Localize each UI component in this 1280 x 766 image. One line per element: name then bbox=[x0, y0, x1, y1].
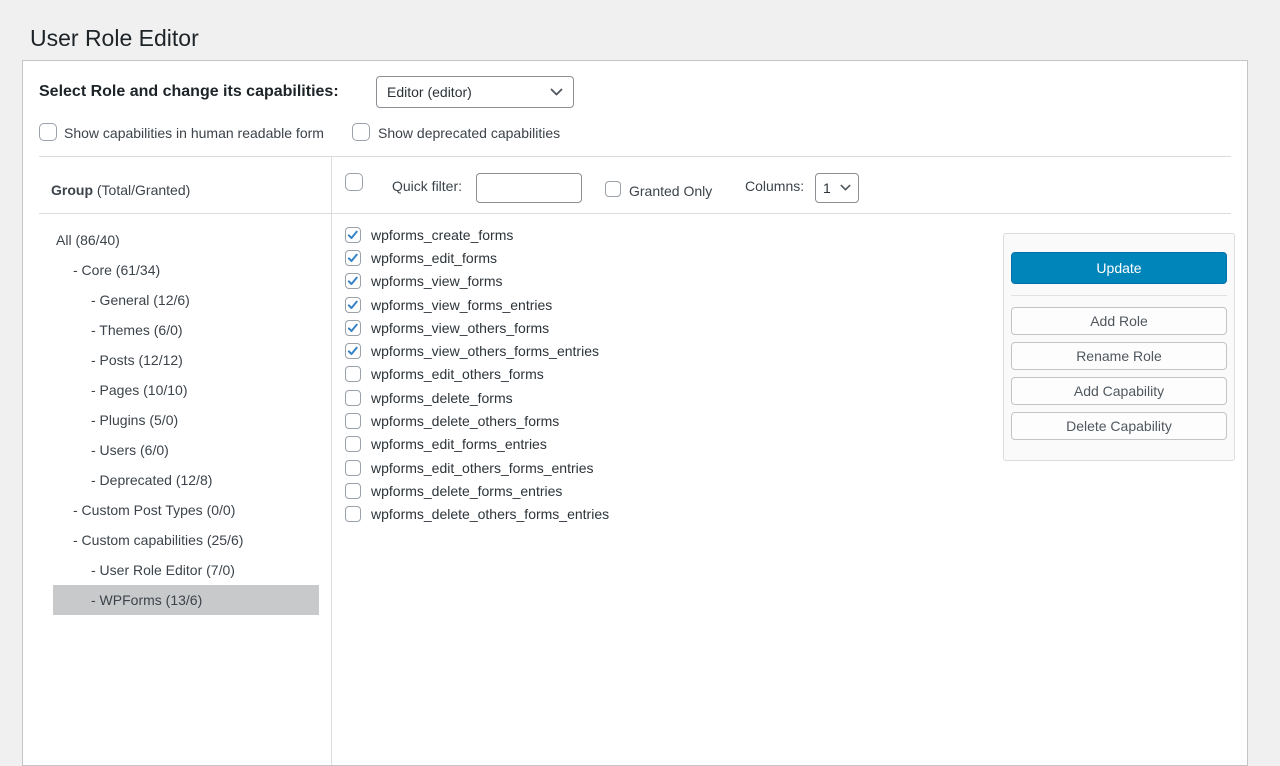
capability-row: wpforms_edit_forms bbox=[345, 246, 609, 269]
capability-name: wpforms_edit_others_forms_entries bbox=[371, 460, 594, 476]
capability-checkbox[interactable] bbox=[345, 390, 361, 406]
capability-name: wpforms_edit_others_forms bbox=[371, 366, 544, 382]
quick-filter-input[interactable] bbox=[476, 173, 582, 203]
role-select[interactable]: Editor (editor) bbox=[376, 76, 574, 108]
group-column-header: Group (Total/Granted) bbox=[51, 182, 190, 198]
capability-row: wpforms_delete_forms_entries bbox=[345, 479, 609, 502]
capabilities-list: wpforms_create_forms wpforms_edit_formswp… bbox=[345, 223, 609, 526]
chevron-down-icon bbox=[550, 88, 563, 97]
delete-capability-button[interactable]: Delete Capability bbox=[1011, 412, 1227, 440]
group-tree-item[interactable]: - Plugins (5/0) bbox=[51, 405, 319, 435]
capability-row: wpforms_delete_others_forms bbox=[345, 409, 609, 432]
group-tree-item[interactable]: - User Role Editor (7/0) bbox=[51, 555, 319, 585]
divider bbox=[1011, 295, 1227, 296]
role-select-value: Editor (editor) bbox=[387, 84, 472, 100]
actions-panel: Update Add Role Rename Role Add Capabili… bbox=[1003, 233, 1235, 461]
user-role-editor-panel: Select Role and change its capabilities:… bbox=[22, 60, 1248, 766]
add-capability-button[interactable]: Add Capability bbox=[1011, 377, 1227, 405]
update-button[interactable]: Update bbox=[1011, 252, 1227, 284]
capability-checkbox[interactable] bbox=[345, 297, 361, 313]
capability-row: wpforms_view_forms bbox=[345, 270, 609, 293]
capability-checkbox[interactable] bbox=[345, 250, 361, 266]
deprecated-checkbox[interactable] bbox=[352, 123, 370, 141]
group-tree-item[interactable]: - Pages (10/10) bbox=[51, 375, 319, 405]
capability-row: wpforms_view_forms_entries bbox=[345, 293, 609, 316]
capability-checkbox[interactable] bbox=[345, 413, 361, 429]
capability-row: wpforms_delete_forms bbox=[345, 386, 609, 409]
group-header-rest: (Total/Granted) bbox=[93, 182, 190, 198]
group-header-bold: Group bbox=[51, 182, 93, 198]
column-divider bbox=[331, 157, 332, 765]
deprecated-label: Show deprecated capabilities bbox=[378, 125, 560, 141]
capability-name: wpforms_edit_forms bbox=[371, 250, 497, 266]
divider bbox=[39, 156, 1231, 157]
capability-checkbox[interactable] bbox=[345, 343, 361, 359]
capability-checkbox[interactable] bbox=[345, 273, 361, 289]
group-tree: All (86/40)- Core (61/34)- General (12/6… bbox=[51, 225, 323, 615]
granted-only-checkbox[interactable] bbox=[605, 181, 621, 197]
columns-label: Columns: bbox=[745, 178, 804, 194]
capability-name: wpforms_view_others_forms bbox=[371, 320, 549, 336]
add-role-button[interactable]: Add Role bbox=[1011, 307, 1227, 335]
group-tree-item[interactable]: - Posts (12/12) bbox=[51, 345, 319, 375]
capability-name: wpforms_delete_forms_entries bbox=[371, 483, 562, 499]
page-title: User Role Editor bbox=[30, 24, 199, 54]
capability-name: wpforms_delete_forms bbox=[371, 390, 513, 406]
quick-filter-label: Quick filter: bbox=[392, 178, 462, 194]
capability-checkbox[interactable] bbox=[345, 366, 361, 382]
capability-name: wpforms_view_forms bbox=[371, 273, 502, 289]
group-tree-item[interactable]: - General (12/6) bbox=[51, 285, 319, 315]
capability-checkbox[interactable] bbox=[345, 320, 361, 336]
role-selector-label: Select Role and change its capabilities: bbox=[39, 76, 339, 108]
capability-checkbox[interactable] bbox=[345, 460, 361, 476]
capability-row: wpforms_edit_forms_entries bbox=[345, 433, 609, 456]
human-readable-label: Show capabilities in human readable form bbox=[64, 125, 324, 141]
capability-row: wpforms_edit_others_forms_entries bbox=[345, 456, 609, 479]
capability-checkbox[interactable] bbox=[345, 227, 361, 243]
columns-select-value: 1 bbox=[823, 180, 831, 196]
capability-name: wpforms_edit_forms_entries bbox=[371, 436, 547, 452]
group-tree-item[interactable]: - WPForms (13/6) bbox=[53, 585, 319, 615]
granted-only-label: Granted Only bbox=[629, 183, 712, 199]
capability-row: wpforms_create_forms bbox=[345, 223, 609, 246]
group-tree-item[interactable]: - Deprecated (12/8) bbox=[51, 465, 319, 495]
group-tree-item[interactable]: - Themes (6/0) bbox=[51, 315, 319, 345]
capability-checkbox[interactable] bbox=[345, 483, 361, 499]
divider bbox=[39, 213, 1231, 214]
capability-checkbox[interactable] bbox=[345, 436, 361, 452]
capability-name: wpforms_create_forms bbox=[371, 227, 513, 243]
group-tree-item[interactable]: - Custom Post Types (0/0) bbox=[51, 495, 319, 525]
capability-row: wpforms_view_others_forms bbox=[345, 316, 609, 339]
capability-row: wpforms_delete_others_forms_entries bbox=[345, 503, 609, 526]
capability-name: wpforms_delete_others_forms_entries bbox=[371, 506, 609, 522]
group-tree-item[interactable]: - Core (61/34) bbox=[51, 255, 319, 285]
group-tree-item[interactable]: - Custom capabilities (25/6) bbox=[51, 525, 319, 555]
capability-name: wpforms_view_others_forms_entries bbox=[371, 343, 599, 359]
group-tree-item[interactable]: - Users (6/0) bbox=[51, 435, 319, 465]
group-tree-item[interactable]: All (86/40) bbox=[51, 225, 319, 255]
chevron-down-icon bbox=[840, 184, 851, 192]
columns-select[interactable]: 1 bbox=[815, 173, 859, 203]
capability-name: wpforms_delete_others_forms bbox=[371, 413, 559, 429]
rename-role-button[interactable]: Rename Role bbox=[1011, 342, 1227, 370]
capability-row: wpforms_view_others_forms_entries bbox=[345, 339, 609, 362]
human-readable-checkbox[interactable] bbox=[39, 123, 57, 141]
capability-name: wpforms_view_forms_entries bbox=[371, 297, 552, 313]
capability-checkbox[interactable] bbox=[345, 506, 361, 522]
capability-row: wpforms_edit_others_forms bbox=[345, 363, 609, 386]
select-all-checkbox[interactable] bbox=[345, 173, 363, 191]
